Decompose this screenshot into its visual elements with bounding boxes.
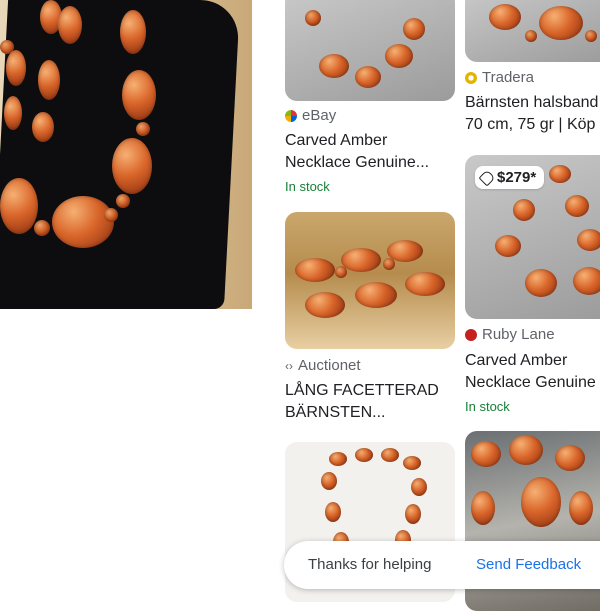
amber-bead [569,491,593,525]
title-line: BÄRNSTEN... [285,404,386,421]
title-line: Necklace Genuine... [285,154,430,171]
result-source[interactable]: ‹› Auctionet [285,357,361,374]
amber-bead [38,60,60,100]
amber-bead [104,208,118,222]
result-image[interactable] [285,212,455,349]
amber-bead [525,269,557,297]
source-label: Auctionet [298,357,361,374]
amber-bead [471,441,501,467]
amber-bead [52,196,114,248]
amber-bead [305,10,321,26]
amber-bead [295,258,335,282]
amber-bead [549,165,571,183]
ebay-icon [285,109,297,122]
result-title[interactable]: LÅNG FACETTERAD BÄRNSTEN... [285,380,439,424]
source-label: Ruby Lane [482,326,555,343]
auctionet-icon: ‹› [285,358,293,373]
amber-bead [403,18,425,40]
title-line: Bärnsten halsband [465,94,599,111]
amber-bead [411,478,427,496]
amber-bead [335,266,347,278]
result-source[interactable]: Ruby Lane [465,326,555,343]
source-label: Tradera [482,69,534,86]
title-line: LÅNG FACETTERAD [285,382,439,399]
amber-bead [405,272,445,296]
result-title[interactable]: Bärnsten halsband 70 cm, 75 gr | Köp [465,92,598,136]
price-badge: $279* [475,166,545,189]
result-title[interactable]: Carved Amber Necklace Genuine [465,350,596,394]
amber-bead [355,66,381,88]
price-value: $279* [497,169,537,186]
amber-bead [403,456,421,470]
amber-bead [319,54,349,78]
main-photo[interactable] [0,0,252,309]
amber-bead [471,491,495,525]
result-source[interactable]: Tradera [465,69,534,86]
result-source[interactable]: eBay [285,107,336,124]
ruby-lane-icon [465,328,477,341]
amber-bead [341,248,381,272]
source-label: eBay [302,107,337,124]
stock-status: In stock [285,179,330,194]
result-image[interactable] [465,0,600,62]
result-image[interactable] [285,0,455,101]
amber-bead [355,282,397,308]
amber-bead [489,4,521,30]
amber-bead [136,122,150,136]
amber-bead [381,448,399,462]
amber-bead [116,194,130,208]
amber-bead [58,6,82,44]
tradera-icon [465,71,477,84]
amber-bead [355,448,373,462]
feedback-prompt: Thanks for helping [308,556,432,573]
amber-bead [573,267,600,295]
amber-bead [329,452,347,466]
amber-bead [521,477,561,527]
amber-bead [120,10,146,54]
amber-bead [539,6,583,40]
amber-bead [565,195,589,217]
amber-bead [305,292,345,318]
price-tag-icon [478,169,496,186]
amber-bead [525,30,537,42]
title-line: 70 cm, 75 gr | Köp [465,116,596,133]
amber-bead [555,445,585,471]
send-feedback-button[interactable]: Send Feedback [476,556,581,573]
amber-bead [509,435,543,465]
title-line: Necklace Genuine [465,374,596,391]
amber-bead [4,96,22,130]
title-line: Carved Amber [285,132,388,149]
amber-bead [6,50,26,86]
amber-bead [513,199,535,221]
amber-bead [385,44,413,68]
amber-bead [0,178,38,234]
amber-bead [577,229,600,251]
title-line: Carved Amber [465,352,568,369]
amber-bead [495,235,521,257]
amber-bead [122,70,156,120]
amber-bead [325,502,341,522]
amber-bead [321,472,337,490]
amber-bead [383,258,395,270]
amber-bead [112,138,152,194]
amber-bead [34,220,50,236]
amber-bead [32,112,54,142]
amber-bead [405,504,421,524]
amber-bead [585,30,597,42]
stock-status: In stock [465,399,510,414]
result-title[interactable]: Carved Amber Necklace Genuine... [285,130,429,174]
feedback-bar: Thanks for helping Send Feedback [284,541,600,589]
